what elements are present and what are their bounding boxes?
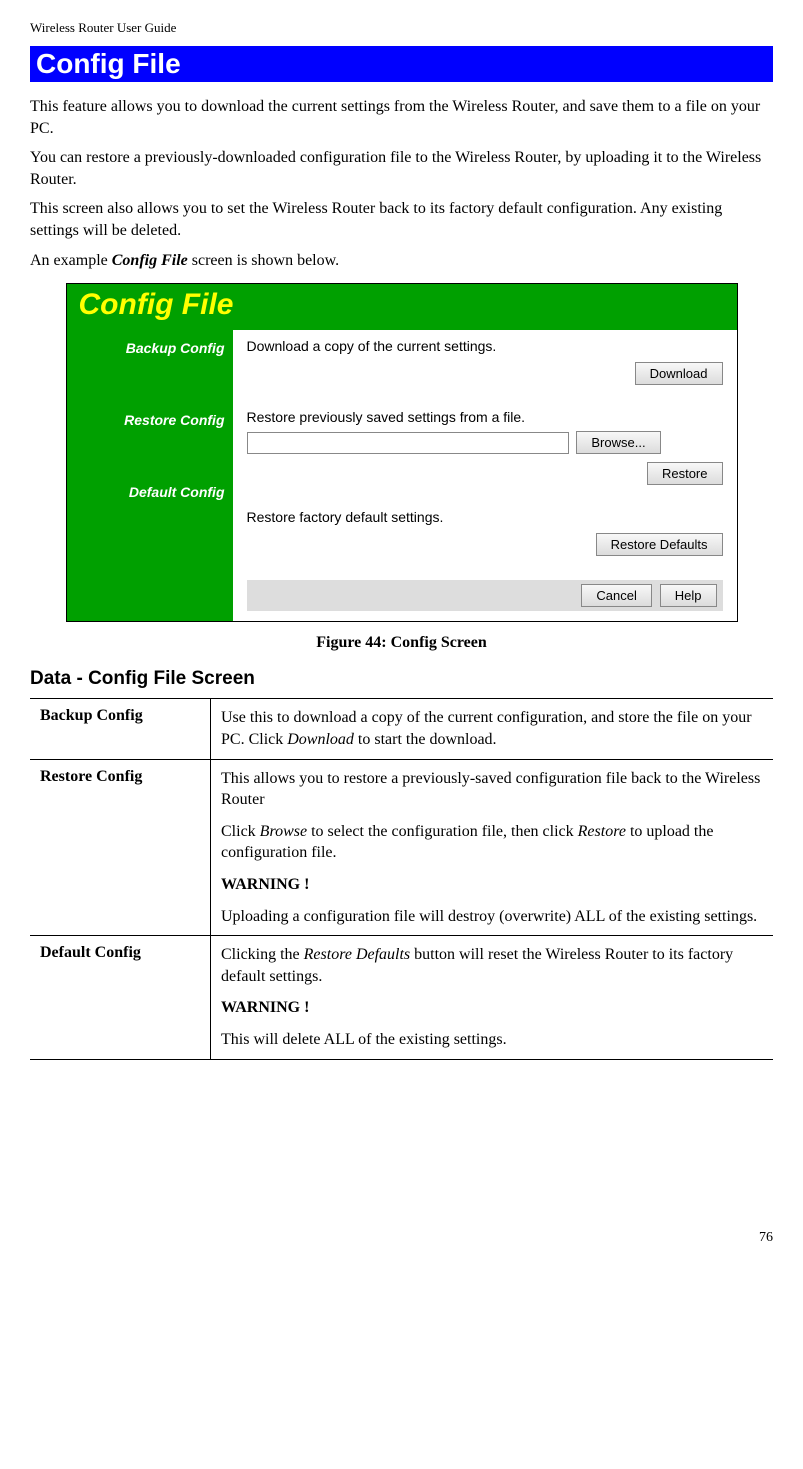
- row1-label: Backup Config: [30, 699, 211, 759]
- file-path-input[interactable]: [247, 432, 569, 454]
- table-row-backup: Backup Config Use this to download a cop…: [30, 699, 773, 759]
- r1-p1-post: to start the download.: [354, 731, 497, 748]
- backup-text: Download a copy of the current settings.: [247, 338, 723, 354]
- r2-p3: Uploading a configuration file will dest…: [221, 906, 763, 928]
- r3-p2: This will delete ALL of the existing set…: [221, 1029, 763, 1051]
- restore-button[interactable]: Restore: [647, 462, 723, 485]
- row1-desc: Use this to download a copy of the curre…: [211, 699, 774, 759]
- r2-p2-pre: Click: [221, 823, 260, 840]
- data-heading: Data - Config File Screen: [30, 668, 773, 690]
- browse-button[interactable]: Browse...: [576, 431, 660, 454]
- config-main: Download a copy of the current settings.…: [233, 330, 737, 621]
- section-title: Config File: [30, 46, 773, 82]
- table-row-restore: Restore Config This allows you to restor…: [30, 759, 773, 936]
- restore-defaults-button[interactable]: Restore Defaults: [596, 533, 723, 556]
- sidebar-restore: Restore Config: [75, 412, 225, 428]
- intro-p1: This feature allows you to download the …: [30, 96, 773, 139]
- row3-label: Default Config: [30, 936, 211, 1059]
- intro-p4-pre: An example: [30, 252, 112, 269]
- config-title: Config File: [67, 284, 737, 330]
- r3-p1-pre: Clicking the: [221, 946, 304, 963]
- r3-p1-em: Restore Defaults: [304, 946, 411, 963]
- intro-p3: This screen also allows you to set the W…: [30, 198, 773, 241]
- r3-warning: WARNING !: [221, 999, 309, 1016]
- table-row-default: Default Config Clicking the Restore Defa…: [30, 936, 773, 1059]
- config-file-screenshot: Config File Backup Config Restore Config…: [66, 283, 738, 622]
- default-text: Restore factory default settings.: [247, 509, 723, 525]
- r2-p1: This allows you to restore a previously-…: [221, 768, 763, 811]
- r1-p1-em: Download: [287, 731, 354, 748]
- row2-label: Restore Config: [30, 759, 211, 936]
- data-table: Backup Config Use this to download a cop…: [30, 698, 773, 1059]
- page-number: 76: [30, 1230, 773, 1246]
- cancel-button[interactable]: Cancel: [581, 584, 651, 607]
- help-button[interactable]: Help: [660, 584, 717, 607]
- config-sidebar: Backup Config Restore Config Default Con…: [67, 330, 233, 621]
- sidebar-default: Default Config: [75, 484, 225, 500]
- intro-p4-post: screen is shown below.: [188, 252, 339, 269]
- download-button[interactable]: Download: [635, 362, 723, 385]
- restore-text: Restore previously saved settings from a…: [247, 409, 723, 425]
- figure-container: Config File Backup Config Restore Config…: [30, 283, 773, 622]
- r2-warning: WARNING !: [221, 876, 309, 893]
- figure-caption: Figure 44: Config Screen: [30, 634, 773, 652]
- r2-p2-em2: Restore: [578, 823, 626, 840]
- intro-p4: An example Config File screen is shown b…: [30, 250, 773, 272]
- doc-header: Wireless Router User Guide: [30, 20, 773, 36]
- sidebar-backup: Backup Config: [75, 340, 225, 356]
- intro-p2: You can restore a previously-downloaded …: [30, 147, 773, 190]
- row2-desc: This allows you to restore a previously-…: [211, 759, 774, 936]
- r2-p2-em1: Browse: [260, 823, 307, 840]
- r2-p2-mid: to select the configuration file, then c…: [307, 823, 578, 840]
- row3-desc: Clicking the Restore Defaults button wil…: [211, 936, 774, 1059]
- intro-p4-em: Config File: [112, 252, 188, 269]
